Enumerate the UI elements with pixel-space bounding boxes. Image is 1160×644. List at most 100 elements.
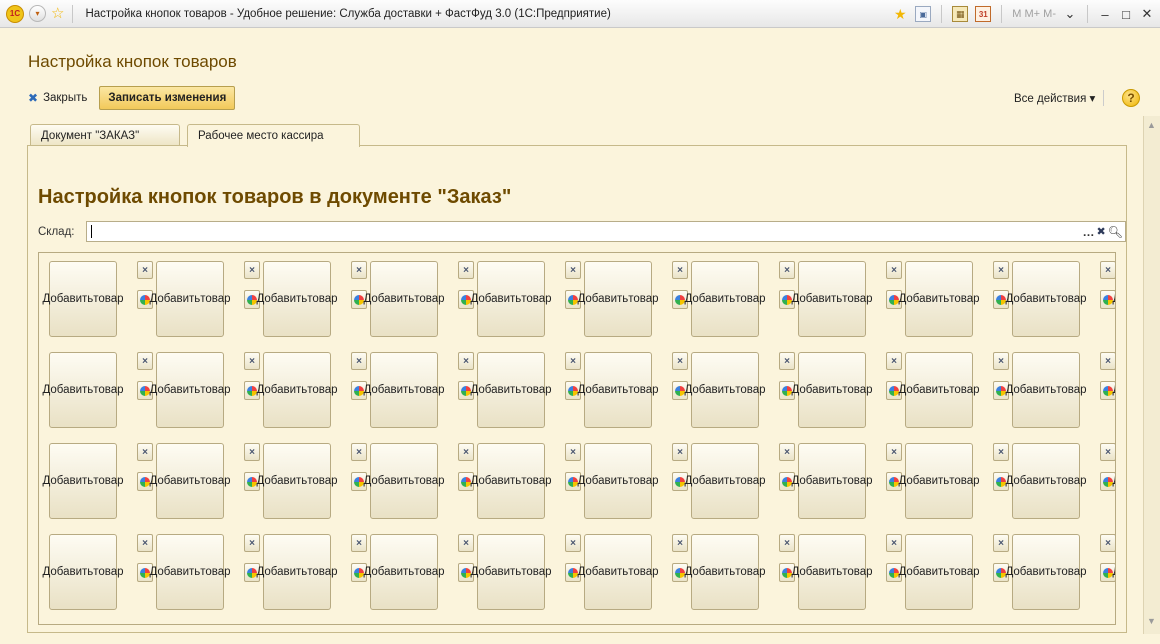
add-product-button[interactable]: Добавить товар bbox=[577, 352, 659, 428]
add-product-button[interactable]: Добавить товар bbox=[470, 261, 552, 337]
add-product-label: товар bbox=[93, 474, 124, 487]
add-product-button[interactable]: Добавить товар bbox=[898, 443, 980, 519]
add-product-button[interactable]: Добавить товар bbox=[791, 352, 873, 428]
add-product-button[interactable]: Добавить товар bbox=[256, 352, 338, 428]
favorites-star-icon[interactable]: ☆ bbox=[51, 6, 64, 21]
add-product-button[interactable]: Добавить товар bbox=[684, 534, 766, 610]
add-product-button[interactable]: Добавить товар bbox=[1005, 534, 1087, 610]
product-slot: Добавитьтовар× bbox=[253, 344, 367, 428]
product-slot: Добавитьтовар× bbox=[788, 526, 902, 610]
add-product-button[interactable]: Добавить товар bbox=[791, 534, 873, 610]
add-product-button[interactable]: Добавить товар bbox=[1005, 352, 1087, 428]
add-product-label: Добавить bbox=[256, 565, 308, 578]
command-bar: ✖ Закрыть Записать изменения bbox=[28, 86, 236, 110]
add-product-button[interactable]: Добавить товар bbox=[684, 261, 766, 337]
search-icon[interactable]: 🔍︎ bbox=[1108, 225, 1123, 239]
add-product-label: товар bbox=[735, 383, 766, 396]
add-product-button[interactable]: Добавить товар bbox=[1005, 443, 1087, 519]
warehouse-input[interactable]: … ✖ 🔍︎ bbox=[86, 221, 1126, 242]
add-product-label: Добавить bbox=[42, 565, 94, 578]
add-product-button[interactable]: Добавить товар bbox=[470, 534, 552, 610]
chevron-down-icon[interactable]: ⌄ bbox=[1063, 6, 1077, 22]
add-favorite-icon[interactable]: ★ bbox=[892, 6, 908, 22]
product-slot: Добавитьтовар× bbox=[681, 435, 795, 519]
minimize-icon[interactable]: – bbox=[1098, 7, 1112, 22]
add-product-label: товар bbox=[842, 565, 873, 578]
add-product-label: товар bbox=[307, 383, 338, 396]
add-product-button[interactable]: Добавить товар bbox=[42, 534, 124, 610]
add-product-button[interactable]: Добавить товар bbox=[149, 534, 231, 610]
add-product-label: Добавить bbox=[684, 292, 736, 305]
add-product-button[interactable]: Добавить товар bbox=[42, 261, 124, 337]
main-menu-icon[interactable]: ▾ bbox=[29, 5, 46, 22]
window-title-bar: 1С ▾ ☆ Настройка кнопок товаров - Удобно… bbox=[0, 0, 1160, 28]
all-actions-menu[interactable]: Все действия ▾ bbox=[1014, 90, 1105, 106]
select-ellipsis-icon[interactable]: … bbox=[1083, 225, 1095, 239]
add-product-button[interactable]: Добавить товар bbox=[42, 443, 124, 519]
product-slot: Добавитьтовар× bbox=[253, 253, 367, 337]
add-product-button[interactable]: Добавить товар bbox=[898, 261, 980, 337]
add-product-button[interactable]: Добавить товар bbox=[42, 352, 124, 428]
add-product-button[interactable]: Добавить товар bbox=[256, 534, 338, 610]
add-product-button[interactable]: Добавить товар bbox=[684, 352, 766, 428]
add-product-label: товар bbox=[628, 474, 659, 487]
add-product-button[interactable]: Добавить товар bbox=[363, 534, 445, 610]
add-product-label: Добавить bbox=[684, 565, 736, 578]
product-slot: Добавитьтовар× bbox=[253, 526, 367, 610]
close-button[interactable]: ✖ Закрыть bbox=[28, 91, 87, 105]
vertical-scrollbar[interactable]: ▲ ▼ bbox=[1143, 116, 1160, 634]
product-slot: Добавитьтовар× bbox=[681, 344, 795, 428]
tab-cashier-workplace[interactable]: Рабочее место кассира bbox=[187, 124, 360, 147]
product-slot: Добавитьтовар× bbox=[681, 526, 795, 610]
help-icon[interactable]: ? bbox=[1122, 89, 1140, 107]
add-product-button[interactable]: Добавить товар bbox=[363, 352, 445, 428]
add-product-button[interactable]: Добавить товар bbox=[256, 443, 338, 519]
add-product-label: Добавить bbox=[256, 292, 308, 305]
calculator-icon[interactable]: ▦ bbox=[952, 6, 969, 22]
add-product-label: Добавить bbox=[363, 565, 415, 578]
add-product-button[interactable]: Добавить товар bbox=[149, 352, 231, 428]
add-product-button[interactable]: Добавить товар bbox=[791, 261, 873, 337]
add-product-button[interactable]: Добавить товар bbox=[470, 443, 552, 519]
product-slot: Добавитьтовар× bbox=[467, 526, 581, 610]
save-changes-button[interactable]: Записать изменения bbox=[99, 86, 236, 110]
all-actions-label: Все действия ▾ bbox=[1014, 93, 1096, 105]
add-product-button[interactable]: Добавить товар bbox=[898, 352, 980, 428]
add-product-button[interactable]: Добавить товар bbox=[684, 443, 766, 519]
add-product-button[interactable]: Добавить товар bbox=[577, 443, 659, 519]
add-product-label: товар bbox=[842, 292, 873, 305]
add-product-label: Добавить bbox=[577, 565, 629, 578]
clear-icon[interactable]: ✖ bbox=[1097, 225, 1106, 238]
app-logo-icon[interactable]: 1С bbox=[6, 4, 24, 23]
add-product-label: Добавить bbox=[1005, 565, 1057, 578]
add-product-button[interactable]: Добавить товар bbox=[470, 352, 552, 428]
add-product-label: товар bbox=[949, 474, 980, 487]
product-slot: Добавитьтовар× bbox=[360, 526, 474, 610]
add-product-label: товар bbox=[200, 292, 231, 305]
product-slot: Добавитьтовар× bbox=[1002, 435, 1115, 519]
maximize-icon[interactable]: □ bbox=[1119, 7, 1133, 22]
product-slot: Добавитьтовар× bbox=[574, 253, 688, 337]
scroll-up-icon[interactable]: ▲ bbox=[1147, 120, 1156, 130]
add-product-button[interactable]: Добавить товар bbox=[898, 534, 980, 610]
calendar-icon[interactable]: 31 bbox=[975, 6, 992, 22]
close-icon: ✖ bbox=[28, 91, 39, 105]
link-icon[interactable]: ▣ bbox=[915, 6, 932, 22]
add-product-button[interactable]: Добавить товар bbox=[1005, 261, 1087, 337]
add-product-button[interactable]: Добавить товар bbox=[577, 261, 659, 337]
scroll-down-icon[interactable]: ▼ bbox=[1147, 616, 1156, 626]
add-product-button[interactable]: Добавить товар bbox=[149, 443, 231, 519]
titlebar-separator bbox=[72, 4, 74, 23]
tab-order-document[interactable]: Документ "ЗАКАЗ" bbox=[30, 124, 180, 146]
memory-buttons[interactable]: M M+ M- bbox=[1012, 8, 1056, 20]
add-product-label: товар bbox=[735, 565, 766, 578]
add-product-button[interactable]: Добавить товар bbox=[363, 443, 445, 519]
add-product-label: Добавить bbox=[791, 292, 843, 305]
add-product-button[interactable]: Добавить товар bbox=[149, 261, 231, 337]
add-product-button[interactable]: Добавить товар bbox=[363, 261, 445, 337]
add-product-button[interactable]: Добавить товар bbox=[256, 261, 338, 337]
add-product-button[interactable]: Добавить товар bbox=[577, 534, 659, 610]
add-product-button[interactable]: Добавить товар bbox=[791, 443, 873, 519]
close-window-icon[interactable]: ✕ bbox=[1140, 6, 1154, 22]
add-product-label: Добавить bbox=[577, 383, 629, 396]
